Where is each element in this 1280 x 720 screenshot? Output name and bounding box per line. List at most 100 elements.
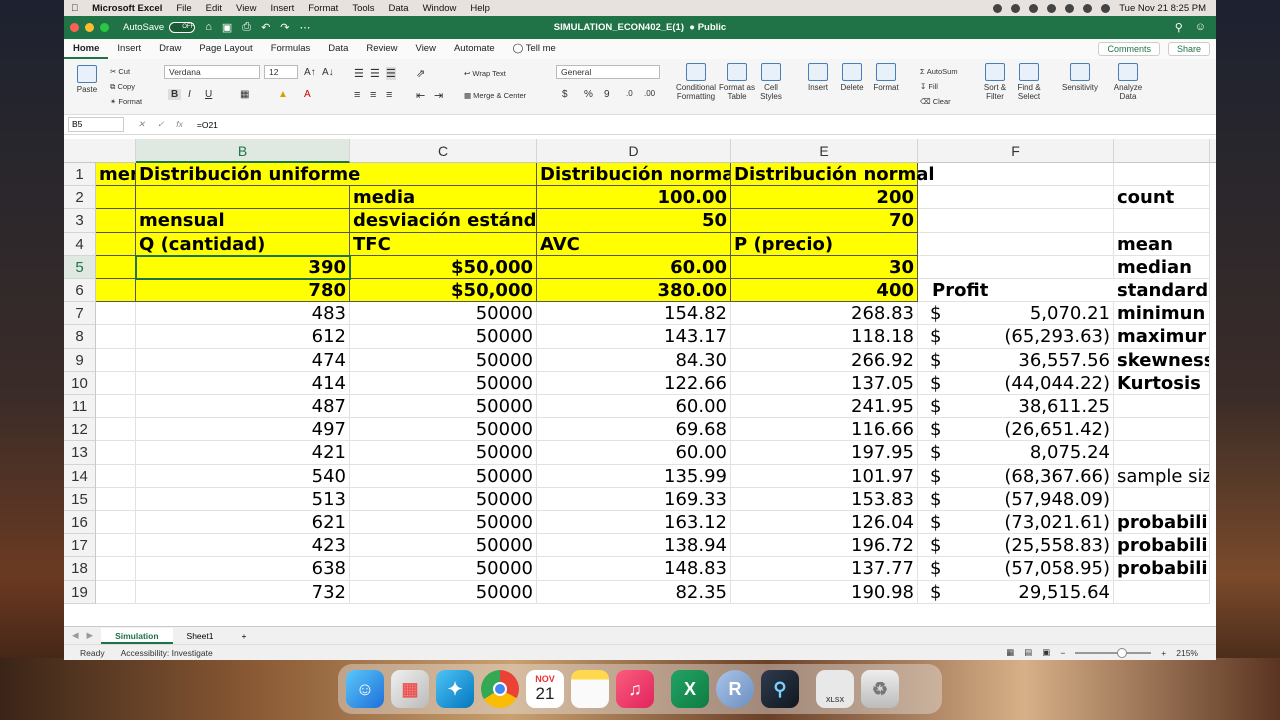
- cancel-edit-icon[interactable]: ✕: [138, 119, 145, 130]
- cell-e15[interactable]: 153.83: [731, 487, 918, 511]
- tab-home[interactable]: Home: [64, 39, 109, 59]
- zoom-slider-thumb[interactable]: [1117, 647, 1128, 658]
- cell-d17[interactable]: 138.94: [537, 534, 731, 558]
- font-name-select[interactable]: Verdana: [164, 65, 260, 79]
- zoom-level[interactable]: 215%: [1176, 648, 1198, 658]
- cloud-icon[interactable]: [1011, 3, 1021, 13]
- add-sheet-button[interactable]: +: [227, 628, 260, 644]
- row-header[interactable]: 17: [64, 534, 96, 558]
- cell-f15[interactable]: (57,948.09): [948, 487, 1114, 511]
- spreadsheet-grid[interactable]: BCDEF 12345678910111213141516171819 mens…: [64, 139, 1216, 626]
- cell-d11[interactable]: 60.00: [537, 395, 731, 419]
- cell-b4[interactable]: Q (cantidad): [136, 232, 350, 256]
- cell-c3[interactable]: desviación estánda: [350, 209, 537, 233]
- normal-view-icon[interactable]: ▦: [1006, 647, 1014, 658]
- row-header[interactable]: 9: [64, 348, 96, 372]
- menu-help[interactable]: Help: [463, 3, 497, 14]
- cell-a10[interactable]: [96, 371, 136, 395]
- cell-f4-currency[interactable]: [918, 233, 948, 256]
- zoom-window-button[interactable]: [100, 23, 109, 32]
- wrap-text-button[interactable]: ↩ Wrap Text: [464, 69, 506, 78]
- cell-b17[interactable]: 423: [136, 534, 350, 558]
- column-header[interactable]: [96, 139, 136, 163]
- cell-c18[interactable]: 50000: [350, 557, 537, 581]
- bold-button[interactable]: B: [168, 89, 182, 100]
- cell-e9[interactable]: 266.92: [731, 348, 918, 372]
- cell-c10[interactable]: 50000: [350, 371, 537, 395]
- cell-e8[interactable]: 118.18: [731, 325, 918, 349]
- cell-f5-currency[interactable]: [918, 256, 948, 279]
- formula-input[interactable]: =O21: [197, 120, 218, 130]
- zoom-slider[interactable]: [1075, 647, 1152, 658]
- tab-data[interactable]: Data: [319, 39, 357, 59]
- cell-b14[interactable]: 540: [136, 464, 350, 488]
- cell-f12[interactable]: (26,651.42): [948, 418, 1114, 442]
- increase-indent-icon[interactable]: ⇥: [434, 89, 443, 102]
- cut-button[interactable]: ✂ Cut: [110, 67, 130, 76]
- row-header[interactable]: 4: [64, 232, 96, 256]
- cell-d10[interactable]: 122.66: [537, 371, 731, 395]
- cell-g17[interactable]: probabili: [1114, 534, 1210, 558]
- cell-g8[interactable]: maximur: [1114, 325, 1210, 349]
- calendar-icon[interactable]: NOV 21: [526, 670, 564, 708]
- cell-g12[interactable]: [1114, 418, 1210, 442]
- cell-c15[interactable]: 50000: [350, 487, 537, 511]
- cell-f16-currency[interactable]: $: [918, 511, 948, 535]
- cell-d19[interactable]: 82.35: [537, 580, 731, 604]
- cell-f9-currency[interactable]: $: [918, 349, 948, 372]
- cell-f4[interactable]: [948, 232, 1114, 256]
- row-header[interactable]: 2: [64, 186, 96, 210]
- tab-view[interactable]: View: [407, 39, 445, 59]
- cell-f5[interactable]: [948, 255, 1114, 279]
- cell-g15[interactable]: [1114, 487, 1210, 511]
- cell-a18[interactable]: [96, 557, 136, 581]
- paste-button[interactable]: Paste: [72, 65, 102, 94]
- align-top-icon[interactable]: ☰: [354, 67, 364, 80]
- cell-a13[interactable]: [96, 441, 136, 465]
- cell-b8[interactable]: 612: [136, 325, 350, 349]
- menu-format[interactable]: Format: [301, 3, 345, 14]
- cell-g18[interactable]: probabili: [1114, 557, 1210, 581]
- cell-b3[interactable]: mensual: [136, 209, 350, 233]
- cell-e16[interactable]: 126.04: [731, 511, 918, 535]
- cell-c5[interactable]: $50,000: [350, 255, 537, 279]
- align-left-icon[interactable]: ≡: [354, 89, 360, 101]
- cell-f10[interactable]: (44,044.22): [948, 371, 1114, 395]
- merge-center-button[interactable]: ▦ Merge & Center: [464, 91, 526, 100]
- cell-a7[interactable]: [96, 302, 136, 326]
- format-painter-button[interactable]: ✴ Format: [110, 97, 142, 106]
- tell-me-field[interactable]: ◯ Tell me: [504, 39, 565, 59]
- cell-d5[interactable]: 60.00: [537, 255, 731, 279]
- sheet-tab-simulation[interactable]: Simulation: [101, 627, 173, 644]
- cell-f17-currency[interactable]: $: [918, 534, 948, 558]
- cell-c8[interactable]: 50000: [350, 325, 537, 349]
- finder-icon[interactable]: ☺: [346, 670, 384, 708]
- excel-icon[interactable]: X: [671, 670, 709, 708]
- row-header[interactable]: 14: [64, 464, 96, 488]
- zoom-in-icon[interactable]: +: [1161, 648, 1166, 658]
- cell-f17[interactable]: (25,558.83): [948, 534, 1114, 558]
- row-header[interactable]: 19: [64, 580, 96, 604]
- cell-f2-currency[interactable]: [918, 186, 948, 210]
- tab-formulas[interactable]: Formulas: [262, 39, 320, 59]
- font-color-icon[interactable]: A: [304, 89, 311, 100]
- cell-g16[interactable]: probabili: [1114, 511, 1210, 535]
- cell-g3[interactable]: [1114, 209, 1210, 233]
- cell-f18-currency[interactable]: $: [918, 557, 948, 581]
- sort-filter-button[interactable]: Sort & Filter: [978, 63, 1012, 101]
- italic-button[interactable]: I: [188, 89, 191, 100]
- redo-icon[interactable]: ↷: [280, 21, 289, 34]
- trash-icon[interactable]: ♻: [861, 670, 899, 708]
- column-header[interactable]: [1114, 139, 1210, 163]
- row-header[interactable]: 1: [64, 163, 96, 187]
- cell-b2[interactable]: [136, 186, 350, 210]
- cell-g13[interactable]: [1114, 441, 1210, 465]
- cell-a6[interactable]: [96, 279, 136, 303]
- format-cells-button[interactable]: Format: [870, 63, 902, 92]
- search-icon[interactable]: ⚲: [1175, 21, 1183, 34]
- decrease-decimal-icon[interactable]: .00: [644, 89, 655, 98]
- align-middle-icon[interactable]: ☰: [370, 67, 380, 80]
- cell-f11[interactable]: 38,611.25: [948, 395, 1114, 419]
- row-header[interactable]: 16: [64, 511, 96, 535]
- cell-d7[interactable]: 154.82: [537, 302, 731, 326]
